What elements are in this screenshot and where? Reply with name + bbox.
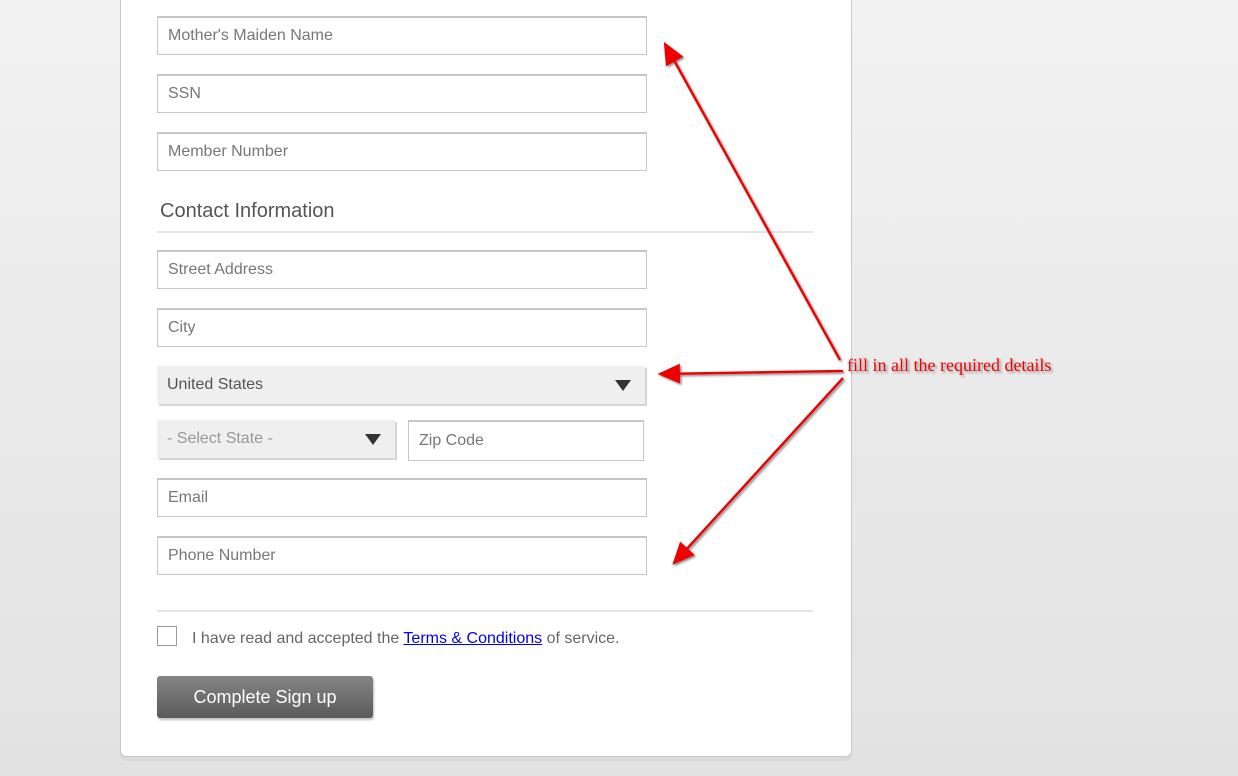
- terms-suffix: of service.: [542, 630, 620, 647]
- contact-information-heading: Contact Information: [160, 200, 335, 222]
- state-select[interactable]: - Select State -: [157, 420, 395, 458]
- city-input[interactable]: [157, 308, 647, 347]
- form-divider: [157, 610, 813, 612]
- country-select-value: United States: [167, 376, 264, 393]
- street-address-input[interactable]: [157, 250, 647, 289]
- chevron-down-icon: [615, 379, 631, 391]
- email-input[interactable]: [157, 478, 647, 517]
- chevron-down-icon: [365, 433, 381, 445]
- phone-number-input[interactable]: [157, 536, 647, 575]
- complete-sign-up-button[interactable]: Complete Sign up: [157, 676, 373, 718]
- zip-code-input[interactable]: [408, 420, 644, 461]
- section-divider: [157, 231, 813, 233]
- mothers-maiden-name-input[interactable]: [157, 16, 647, 55]
- country-select[interactable]: United States: [157, 366, 645, 404]
- ssn-input[interactable]: [157, 74, 647, 113]
- terms-checkbox[interactable]: [157, 626, 177, 646]
- annotation-label: fill in all the required details: [847, 355, 1052, 375]
- state-select-value: - Select State -: [167, 430, 273, 447]
- terms-prefix: I have read and accepted the: [192, 630, 404, 647]
- terms-label: I have read and accepted the Terms & Con…: [192, 630, 620, 648]
- member-number-input[interactable]: [157, 132, 647, 171]
- terms-conditions-link[interactable]: Terms & Conditions: [403, 630, 542, 647]
